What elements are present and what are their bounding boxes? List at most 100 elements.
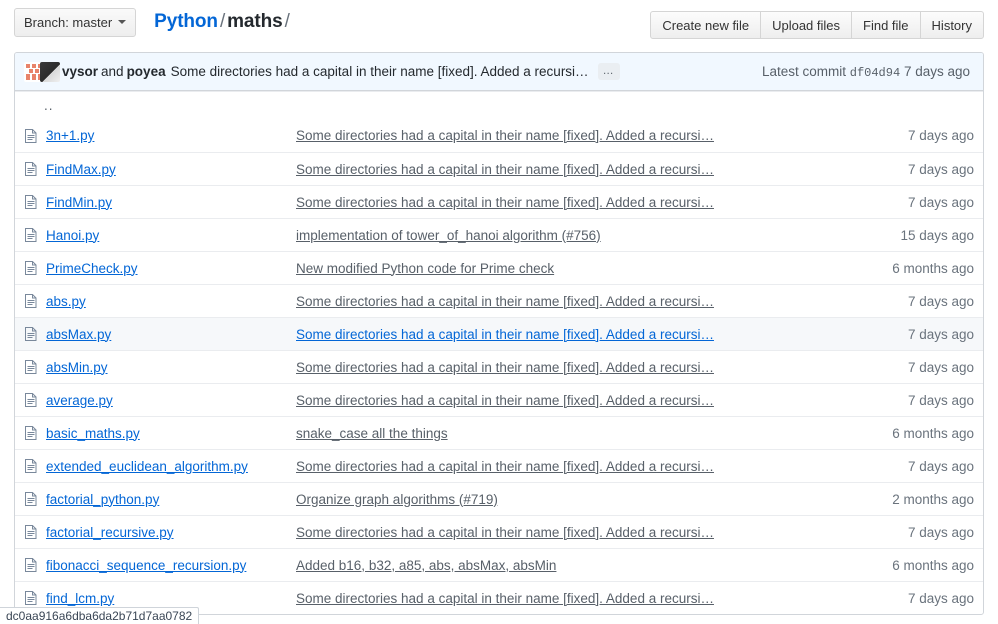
file-list-box: vysor and poyea Some directories had a c… [14, 52, 984, 615]
commit-message-link[interactable]: Some directories had a capital in their … [296, 327, 714, 342]
table-row[interactable]: extended_euclidean_algorithm.py Some dire… [15, 449, 983, 482]
latest-commit-meta: Latest commit df04d94 7 days ago [762, 64, 974, 80]
file-name-link[interactable]: FindMin.py [46, 195, 112, 210]
commit-message-cell: Some directories had a capital in their … [296, 128, 868, 143]
table-row[interactable]: absMax.py Some directories had a capital … [15, 317, 983, 350]
commit-message-link[interactable]: snake_case all the things [296, 426, 448, 441]
commit-message-cell: Some directories had a capital in their … [296, 459, 868, 474]
commit-age-cell: 7 days ago [868, 327, 974, 342]
avatar-poyea[interactable] [40, 62, 60, 82]
commit-age-cell: 15 days ago [868, 228, 974, 243]
latest-commit-label: Latest commit [762, 64, 846, 79]
table-row[interactable]: Hanoi.py implementation of tower_of_hanoi… [15, 218, 983, 251]
file-name-cell: abs.py [46, 294, 296, 309]
file-icon [24, 260, 46, 276]
commit-message-link[interactable]: Some directories had a capital in their … [296, 360, 714, 375]
commit-age-cell: 7 days ago [868, 128, 974, 143]
commit-message-link[interactable]: Some directories had a capital in their … [296, 162, 714, 177]
table-row[interactable]: factorial_python.py Organize graph algori… [15, 482, 983, 515]
commit-age-cell: 7 days ago [868, 525, 974, 540]
latest-commit-message[interactable]: Some directories had a capital in their … [171, 64, 589, 79]
table-row[interactable]: fibonacci_sequence_recursion.py Added b16… [15, 548, 983, 581]
latest-commit-age: 7 days ago [904, 64, 970, 79]
commit-age-cell: 7 days ago [868, 591, 974, 606]
file-name-cell: find_lcm.py [46, 591, 296, 606]
commit-age-cell: 7 days ago [868, 393, 974, 408]
table-row[interactable]: 3n+1.py Some directories had a capital in… [15, 119, 983, 152]
file-name-link[interactable]: find_lcm.py [46, 591, 114, 606]
commit-author-primary[interactable]: vysor [62, 64, 98, 79]
file-name-link[interactable]: 3n+1.py [46, 128, 94, 143]
commit-message-cell: Some directories had a capital in their … [296, 327, 868, 342]
commit-age-cell: 7 days ago [868, 459, 974, 474]
file-name-cell: factorial_recursive.py [46, 525, 296, 540]
commit-message-cell: Some directories had a capital in their … [296, 162, 868, 177]
table-row[interactable]: FindMin.py Some directories had a capital… [15, 185, 983, 218]
commit-age-cell: 2 months ago [868, 492, 974, 507]
file-icon [24, 491, 46, 507]
upload-files-button[interactable]: Upload files [761, 12, 852, 38]
expand-commit-message-button[interactable]: … [598, 63, 620, 80]
commit-message-link[interactable]: Some directories had a capital in their … [296, 128, 714, 143]
file-icon [24, 590, 46, 606]
commit-message-link[interactable]: New modified Python code for Prime check [296, 261, 554, 276]
branch-selector-button[interactable]: Branch: master [14, 8, 136, 37]
table-row[interactable]: factorial_recursive.py Some directories h… [15, 515, 983, 548]
file-name-link[interactable]: absMax.py [46, 327, 111, 342]
table-row[interactable]: basic_maths.py snake_case all the things 6… [15, 416, 983, 449]
file-name-link[interactable]: basic_maths.py [46, 426, 140, 441]
commit-age-cell: 6 months ago [868, 261, 974, 276]
parent-directory-row[interactable]: .. [15, 91, 983, 119]
commit-message-link[interactable]: Some directories had a capital in their … [296, 294, 714, 309]
file-name-cell: fibonacci_sequence_recursion.py [46, 558, 296, 573]
table-row[interactable]: abs.py Some directories had a capital in … [15, 284, 983, 317]
breadcrumb-dir-maths: maths [227, 11, 282, 32]
commit-age-cell: 6 months ago [868, 426, 974, 441]
breadcrumb: Python/maths/ [154, 11, 292, 33]
find-file-button[interactable]: Find file [852, 12, 921, 38]
table-row[interactable]: FindMax.py Some directories had a capital… [15, 152, 983, 185]
commit-message-link[interactable]: Some directories had a capital in their … [296, 393, 714, 408]
commit-age-cell: 6 months ago [868, 558, 974, 573]
create-new-file-button[interactable]: Create new file [651, 12, 761, 38]
file-name-link[interactable]: fibonacci_sequence_recursion.py [46, 558, 246, 573]
file-name-link[interactable]: factorial_python.py [46, 492, 159, 507]
commit-sha-link[interactable]: df04d94 [850, 66, 900, 80]
file-name-cell: absMax.py [46, 327, 296, 342]
commit-author-secondary[interactable]: poyea [127, 64, 166, 79]
file-name-link[interactable]: factorial_recursive.py [46, 525, 174, 540]
commit-message-link[interactable]: Some directories had a capital in their … [296, 195, 714, 210]
commit-message-cell: Some directories had a capital in their … [296, 591, 868, 606]
commit-message-cell: Added b16, b32, a85, abs, absMax, absMin [296, 558, 868, 573]
file-icon [24, 161, 46, 177]
commit-message-link[interactable]: implementation of tower_of_hanoi algorit… [296, 228, 601, 243]
file-icon [24, 557, 46, 573]
commit-message-link[interactable]: Some directories had a capital in their … [296, 525, 714, 540]
file-name-link[interactable]: absMin.py [46, 360, 108, 375]
parent-directory-link[interactable]: .. [24, 98, 54, 113]
repo-toolbar: Branch: master Python/maths/ Create new … [0, 0, 998, 44]
file-name-link[interactable]: abs.py [46, 294, 86, 309]
file-icon [24, 194, 46, 210]
commit-message-cell: snake_case all the things [296, 426, 868, 441]
table-row[interactable]: PrimeCheck.py New modified Python code fo… [15, 251, 983, 284]
commit-message-link[interactable]: Some directories had a capital in their … [296, 459, 714, 474]
branch-selector-label: Branch: master [24, 15, 112, 30]
file-name-link[interactable]: Hanoi.py [46, 228, 99, 243]
commit-message-link[interactable]: Organize graph algorithms (#719) [296, 492, 498, 507]
file-icon [24, 128, 46, 144]
file-name-link[interactable]: extended_euclidean_algorithm.py [46, 459, 248, 474]
history-button[interactable]: History [921, 12, 983, 38]
commit-message-link[interactable]: Some directories had a capital in their … [296, 591, 714, 606]
file-name-cell: FindMin.py [46, 195, 296, 210]
file-name-link[interactable]: average.py [46, 393, 113, 408]
table-row[interactable]: absMin.py Some directories had a capital … [15, 350, 983, 383]
github-file-browser: Branch: master Python/maths/ Create new … [0, 0, 998, 624]
file-name-link[interactable]: PrimeCheck.py [46, 261, 138, 276]
file-name-cell: basic_maths.py [46, 426, 296, 441]
file-name-link[interactable]: FindMax.py [46, 162, 116, 177]
breadcrumb-repo-link[interactable]: Python [154, 11, 218, 32]
commit-message-link[interactable]: Added b16, b32, a85, abs, absMax, absMin [296, 558, 556, 573]
table-row[interactable]: average.py Some directories had a capital… [15, 383, 983, 416]
breadcrumb-separator-1: / [218, 11, 227, 32]
